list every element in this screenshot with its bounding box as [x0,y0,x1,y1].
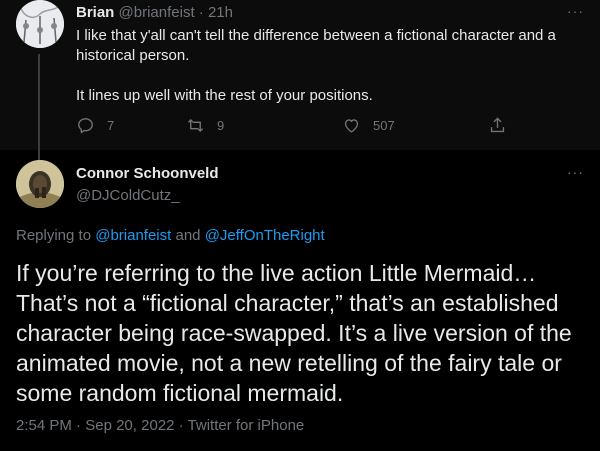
parent-tweet-text: I like that y'all can't tell the differe… [76,26,584,106]
parent-separator: · [198,4,204,21]
meta-separator-2: · [174,417,188,434]
reply-count: 7 [107,118,115,133]
share-icon [490,117,505,133]
replying-to-label: Replying to [16,227,96,244]
parent-author-handle[interactable]: @brianfeist [119,4,195,21]
retweet-count: 9 [217,118,225,133]
retweet-button[interactable]: 9 [186,116,224,135]
main-tweet-text: If you’re referring to the live action L… [16,260,572,406]
main-author-name[interactable]: Connor Schoonveld [76,164,219,184]
like-icon [344,119,359,133]
like-count: 507 [373,118,395,133]
parent-avatar[interactable] [16,0,64,48]
thread-connector-line [38,54,40,162]
avatar-image [16,0,64,48]
parent-text-paragraph-1: I like that y'all can't tell the differe… [76,27,556,64]
parent-timestamp[interactable]: 21h [208,4,233,21]
parent-tweet-header: Brian @brianfeist · 21h [76,3,233,23]
tweet-source[interactable]: Twitter for iPhone [188,417,305,434]
retweet-icon [187,119,204,132]
mention-link-2[interactable]: @JeffOnTheRight [205,227,325,244]
reply-button[interactable]: 7 [76,116,114,135]
mention-link-1[interactable]: @brianfeist [95,227,171,244]
main-author-handle[interactable]: @DJColdCutz_ [76,186,219,206]
avatar-image [16,160,64,208]
main-author-avatar[interactable] [16,160,64,208]
replying-to-and: and [171,227,205,244]
tweet-metadata: 2:54 PM · Sep 20, 2022 · Twitter for iPh… [16,417,304,434]
share-button[interactable] [488,116,519,135]
parent-tweet[interactable]: Brian @brianfeist · 21h ··· I like that … [0,0,600,162]
tweet-time[interactable]: 2:54 PM [16,417,72,434]
main-more-icon[interactable]: ··· [567,164,584,180]
meta-separator-1: · [71,417,86,434]
main-author-block: Connor Schoonveld @DJColdCutz_ [76,164,219,206]
parent-author-name[interactable]: Brian [76,4,114,21]
parent-text-paragraph-2: It lines up well with the rest of your p… [76,87,373,104]
like-button[interactable]: 507 [342,116,395,135]
parent-action-bar: 7 9 507 [76,116,516,138]
replying-to-line: Replying to @brianfeist and @JeffOnTheRi… [16,227,325,244]
parent-more-icon[interactable]: ··· [567,3,584,19]
tweet-date[interactable]: Sep 20, 2022 [85,417,174,434]
reply-icon [78,118,93,134]
